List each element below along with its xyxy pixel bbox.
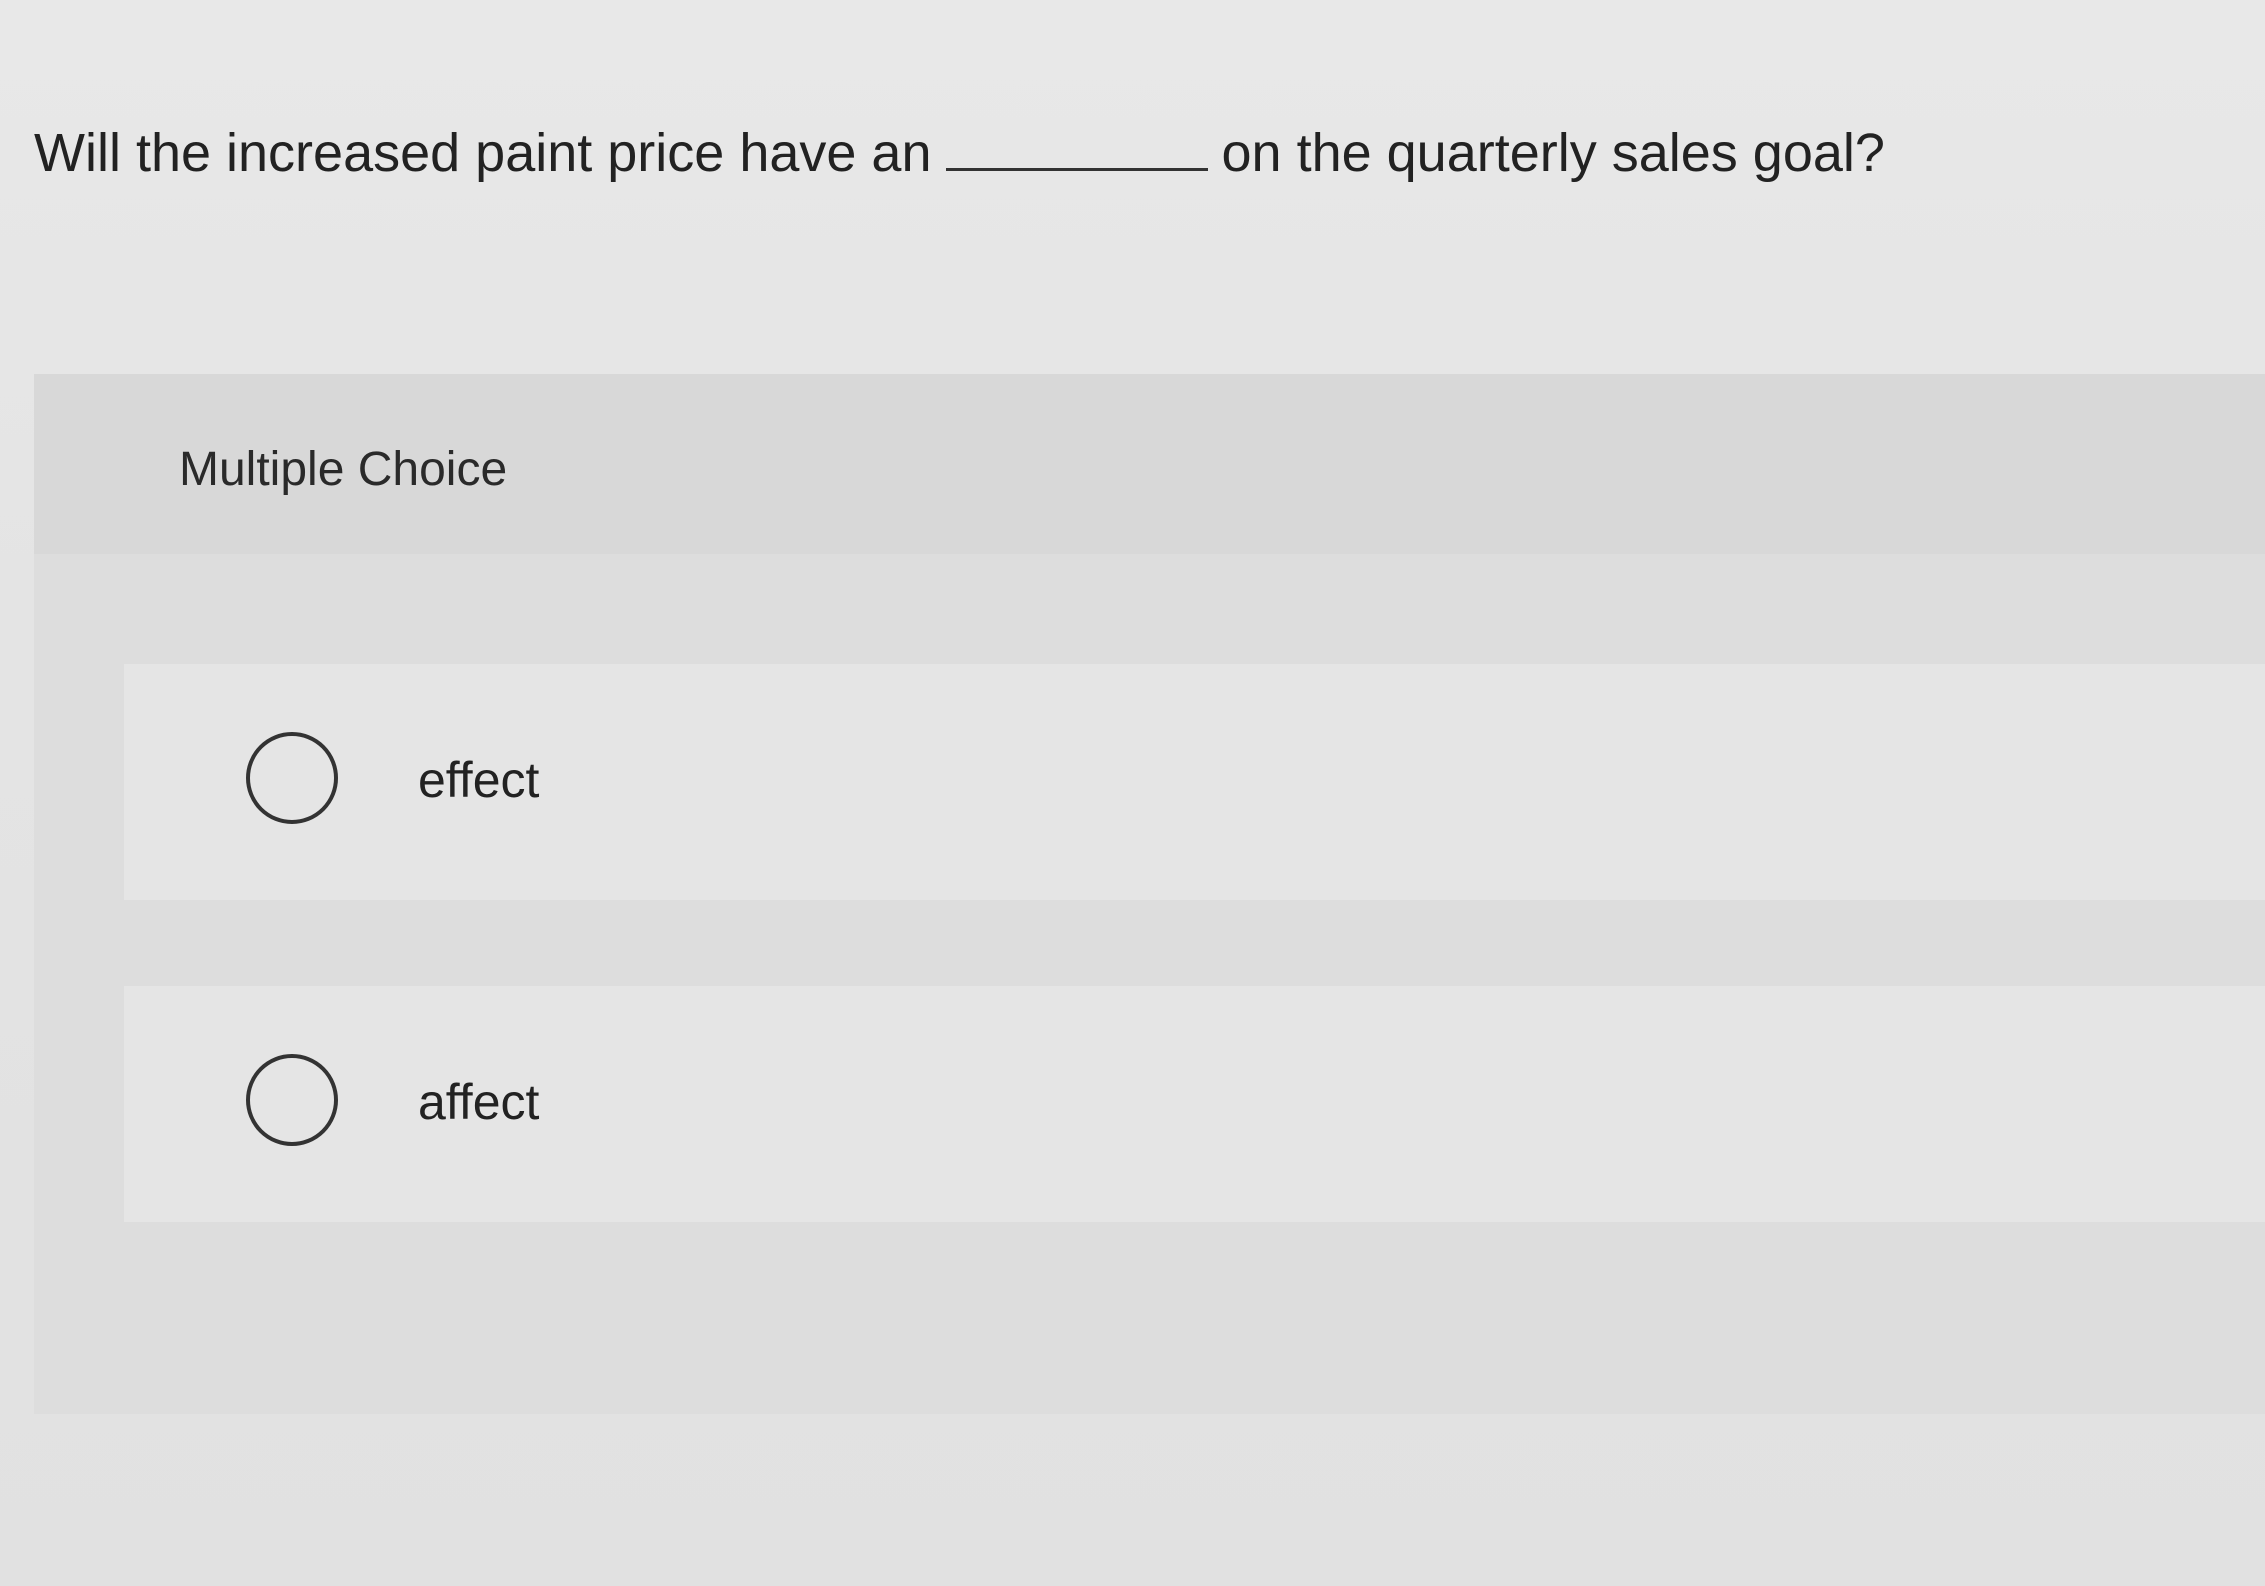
- answer-option-affect[interactable]: affect: [124, 986, 2265, 1222]
- multiple-choice-header: Multiple Choice: [34, 374, 2265, 554]
- radio-button-icon[interactable]: [246, 1054, 338, 1146]
- multiple-choice-label: Multiple Choice: [179, 443, 508, 496]
- question-text-after: on the quarterly sales goal?: [1221, 123, 1885, 183]
- multiple-choice-panel: Multiple Choice effect affect: [34, 374, 2265, 1414]
- quiz-page: Will the increased paint price have an on…: [0, 0, 2265, 1586]
- radio-button-icon[interactable]: [246, 732, 338, 824]
- question-text-before: Will the increased paint price have an: [34, 123, 932, 183]
- option-label: affect: [418, 1074, 540, 1130]
- question-prompt: Will the increased paint price have an on…: [34, 118, 1885, 188]
- answer-option-effect[interactable]: effect: [124, 664, 2265, 900]
- option-label: effect: [418, 752, 540, 808]
- answer-blank: [945, 128, 1208, 171]
